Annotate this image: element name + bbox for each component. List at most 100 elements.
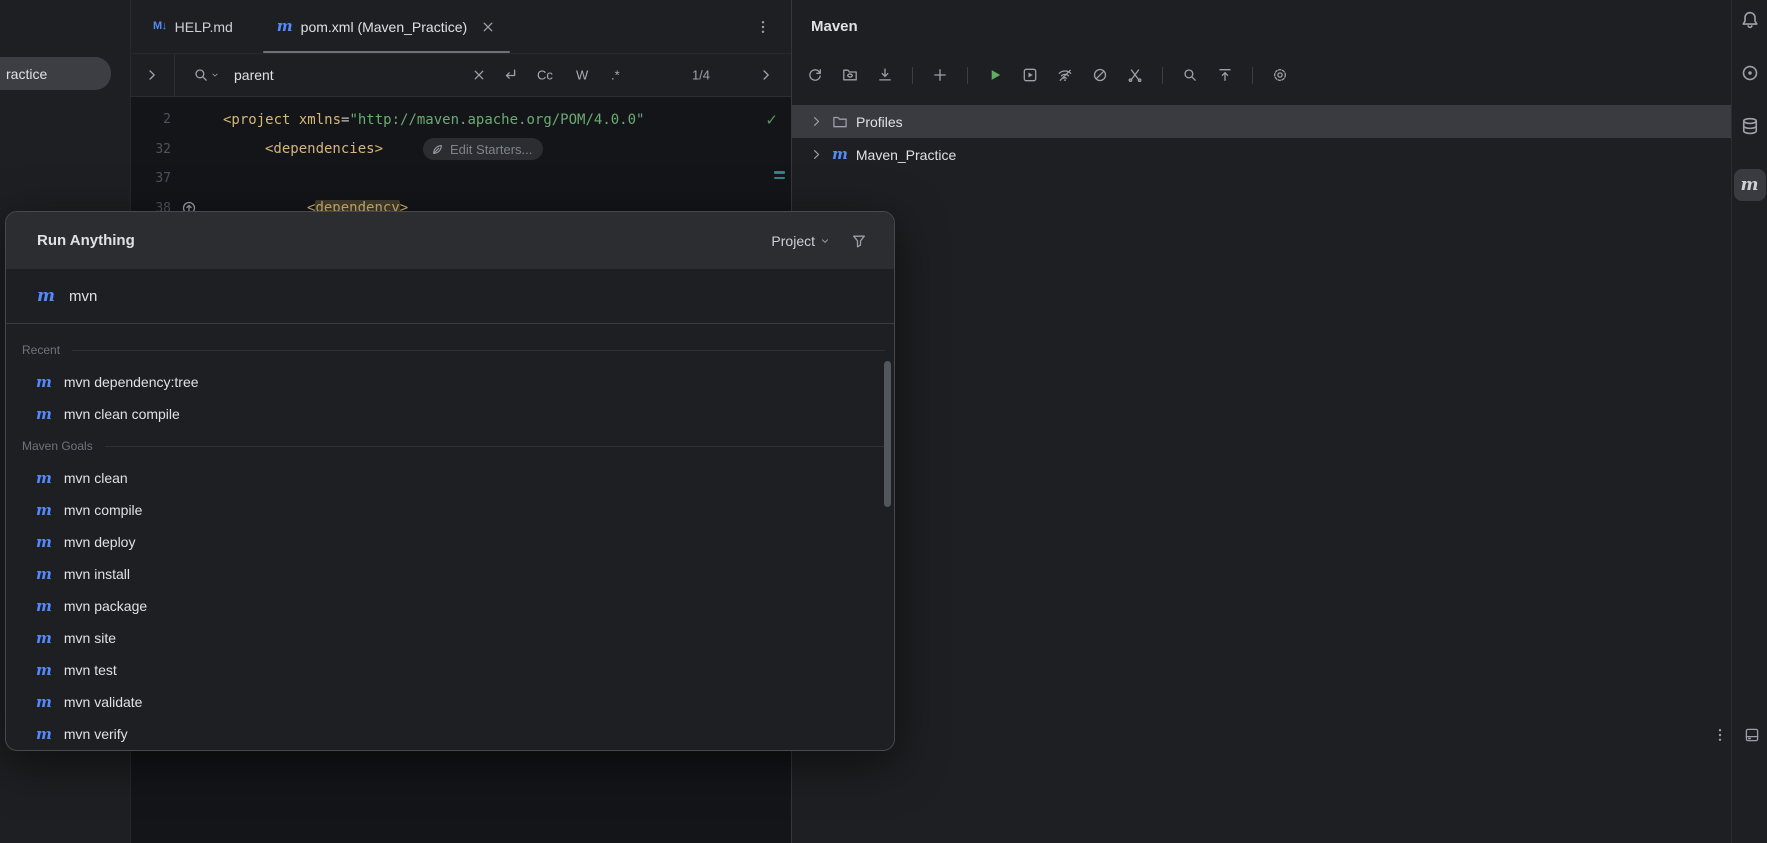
tree-node-label: Maven_Practice <box>855 146 957 163</box>
sync-icon[interactable] <box>807 67 823 83</box>
section-rule <box>104 445 885 447</box>
mute-tests-icon[interactable] <box>1127 67 1143 83</box>
dock-window-icon[interactable] <box>1744 727 1760 743</box>
run-anything-item[interactable]: m mvn dependency:tree <box>6 366 894 398</box>
notifications-icon[interactable] <box>1740 10 1760 30</box>
tab-pom-xml[interactable]: m pom.xml (Maven_Practice) <box>255 0 518 53</box>
run-anything-item[interactable]: m mvn compile <box>6 494 894 526</box>
maven-tool-button[interactable]: m <box>1733 169 1766 201</box>
code-line: 37 <box>131 164 792 194</box>
markdown-icon: M↓ <box>153 20 167 32</box>
project-selected-item[interactable]: ractice <box>0 57 111 90</box>
search-icon[interactable] <box>1182 67 1198 83</box>
tree-node-maven-practice[interactable]: m Maven_Practice <box>792 138 1731 171</box>
run-anything-item[interactable]: m mvn clean compile <box>6 398 894 430</box>
item-label: mvn dependency:tree <box>63 374 199 390</box>
maven-tool-window: Maven Profiles m Maven_Practice <box>791 0 1731 843</box>
tab-label: HELP.md <box>174 18 233 35</box>
folder-icon <box>832 114 848 130</box>
filter-icon[interactable] <box>851 233 867 249</box>
results-list: Recent m mvn dependency:tree m mvn clean com… <box>6 324 894 750</box>
maven-icon: m <box>36 468 52 487</box>
skip-tests-icon[interactable] <box>1092 67 1108 83</box>
command-text: mvn <box>69 287 98 305</box>
item-label: mvn clean compile <box>63 406 180 422</box>
line-number: 32 <box>155 141 171 157</box>
next-match-icon[interactable] <box>758 67 774 83</box>
code-line: 2 <project xmlns = "http://maven.apache.org… <box>131 105 792 135</box>
maven-tree: Profiles m Maven_Practice <box>792 97 1731 171</box>
database-icon[interactable] <box>1740 116 1760 136</box>
maven-icon: m <box>36 500 52 519</box>
code-text: <dependencies> Edit Starters... <box>223 138 544 161</box>
search-options-button[interactable] <box>193 67 220 83</box>
maven-icon: m <box>36 660 52 679</box>
project-item-label: ractice <box>6 65 48 82</box>
item-label: mvn verify <box>63 726 128 742</box>
download-sources-icon[interactable] <box>877 67 893 83</box>
settings-icon[interactable] <box>1272 67 1288 83</box>
chevron-right-icon[interactable] <box>809 147 824 162</box>
run-icon[interactable] <box>987 67 1003 83</box>
clear-search-icon[interactable] <box>471 67 487 83</box>
item-label: mvn compile <box>63 502 143 518</box>
run-anything-item[interactable]: m mvn validate <box>6 686 894 718</box>
section-rule <box>72 349 885 351</box>
command-input[interactable]: m mvn <box>6 269 894 324</box>
item-label: mvn install <box>63 566 131 582</box>
item-label: mvn validate <box>63 694 143 710</box>
item-label: mvn clean <box>63 470 128 486</box>
run-anything-item[interactable]: m mvn test <box>6 654 894 686</box>
toolbar-separator <box>912 66 913 84</box>
maven-header: Maven <box>792 0 1731 53</box>
run-anything-popup: Run Anything Project m mvn Recent m mvn de… <box>5 211 895 751</box>
divider <box>174 54 175 98</box>
run-anything-item[interactable]: m mvn clean <box>6 462 894 494</box>
add-icon[interactable] <box>932 67 948 83</box>
whole-words-toggle[interactable]: W <box>576 68 588 83</box>
execute-goal-icon[interactable] <box>1022 67 1038 83</box>
edit-starters-inlay[interactable]: Edit Starters... <box>423 138 544 161</box>
run-anything-item[interactable]: m mvn verify <box>6 718 894 750</box>
tab-label: pom.xml (Maven_Practice) <box>300 18 468 35</box>
item-label: mvn package <box>63 598 148 614</box>
maven-icon: m <box>36 628 52 647</box>
scope-selector[interactable]: Project <box>771 233 831 249</box>
caret-down-icon <box>210 70 220 80</box>
search-input[interactable]: parent <box>234 67 274 83</box>
tree-node-profiles[interactable]: Profiles <box>792 105 1731 138</box>
maven-icon: m <box>36 596 52 615</box>
match-case-toggle[interactable]: Cc <box>537 68 553 83</box>
toggle-replace-icon[interactable] <box>144 67 160 83</box>
maven-title: Maven <box>811 18 858 35</box>
search-icon <box>193 67 209 83</box>
code-text: <project xmlns = "http://maven.apache.org/… <box>223 111 645 128</box>
regex-toggle[interactable]: .* <box>611 68 620 83</box>
section-header: Maven Goals <box>6 430 894 462</box>
maven-icon: m <box>1740 174 1759 195</box>
maven-icon: m <box>36 532 52 551</box>
inspection-check-icon[interactable]: ✓ <box>765 111 778 129</box>
editor-tab-bar: M↓ HELP.md m pom.xml (Maven_Practice) <box>131 0 791 53</box>
scrollbar-thumb[interactable] <box>884 361 891 507</box>
run-anything-item[interactable]: m mvn package <box>6 590 894 622</box>
run-anything-item[interactable]: m mvn deploy <box>6 526 894 558</box>
chevron-right-icon[interactable] <box>809 114 824 129</box>
insert-newline-icon[interactable] <box>502 67 518 83</box>
tab-options-icon[interactable] <box>755 19 771 35</box>
offline-mode-icon[interactable] <box>1057 67 1073 83</box>
maven-icon: m <box>37 285 55 306</box>
run-anything-item[interactable]: m mvn install <box>6 558 894 590</box>
collapse-all-icon[interactable] <box>1217 67 1233 83</box>
close-tab-icon[interactable] <box>480 19 496 35</box>
code-lines: 2 <project xmlns = "http://maven.apache.org… <box>131 105 792 223</box>
section-label: Maven Goals <box>22 439 93 453</box>
toolbar-separator <box>1252 66 1253 84</box>
generate-sources-icon[interactable] <box>842 67 858 83</box>
run-anything-item[interactable]: m mvn site <box>6 622 894 654</box>
more-options-icon[interactable] <box>1712 727 1728 743</box>
ai-assistant-icon[interactable] <box>1740 63 1760 83</box>
maven-toolbar <box>792 53 1731 97</box>
tab-help-md[interactable]: M↓ HELP.md <box>131 0 255 53</box>
popup-title: Run Anything <box>37 232 135 249</box>
